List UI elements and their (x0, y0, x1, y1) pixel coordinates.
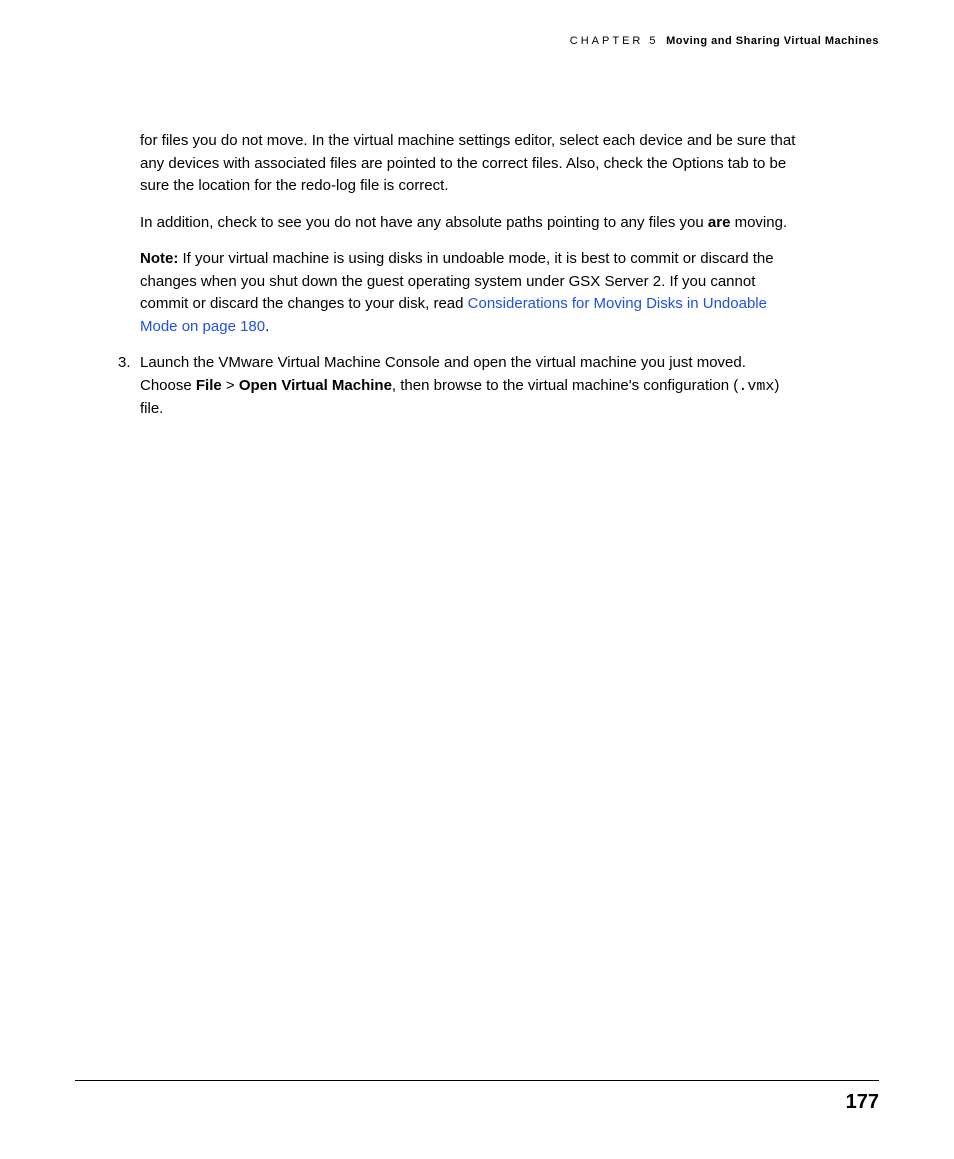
body-text: , then browse to the virtual machine's c… (392, 377, 738, 394)
page-header: CHAPTER 5 Moving and Sharing Virtual Mac… (570, 33, 879, 50)
list-number: 3. (118, 352, 131, 375)
body-text: > (222, 377, 239, 394)
code-text: .vmx (738, 378, 774, 395)
ui-menu-text: Open Virtual Machine (239, 377, 392, 394)
content-area: for files you do not move. In the virtua… (140, 130, 799, 435)
page-number: 177 (846, 1087, 879, 1117)
ui-menu-text: File (196, 377, 222, 394)
body-text: moving. (730, 214, 787, 231)
note-label: Note: (140, 250, 178, 267)
paragraph-2: In addition, check to see you do not hav… (140, 212, 799, 235)
list-item-3: 3. Launch the VMware Virtual Machine Con… (140, 352, 799, 421)
chapter-title: Moving and Sharing Virtual Machines (666, 35, 879, 47)
footer-rule (75, 1080, 879, 1081)
paragraph-1: for files you do not move. In the virtua… (140, 130, 799, 198)
page: CHAPTER 5 Moving and Sharing Virtual Mac… (0, 0, 954, 1159)
body-text: . (265, 318, 269, 335)
body-text: In addition, check to see you do not hav… (140, 214, 708, 231)
chapter-label: CHAPTER 5 (570, 35, 659, 47)
paragraph-note: Note: If your virtual machine is using d… (140, 248, 799, 338)
emphasis-text: are (708, 214, 731, 231)
body-text: for files you do not move. In the virtua… (140, 132, 795, 194)
